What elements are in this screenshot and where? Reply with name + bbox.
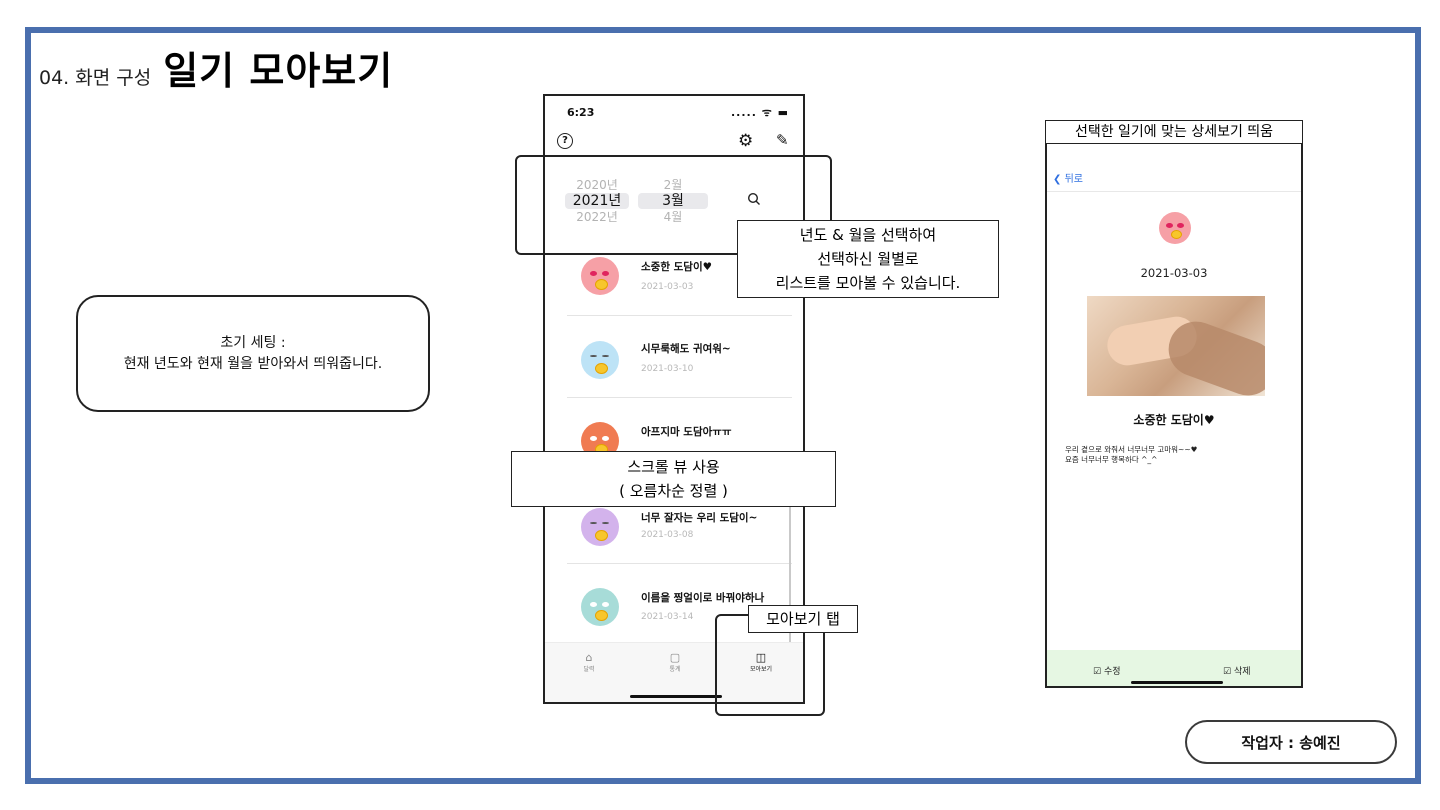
status-icons: ..... ᯤ ▬ (731, 106, 789, 119)
home-indicator (1131, 681, 1223, 684)
callout-year-month: 년도 & 월을 선택하여 선택하신 월별로 리스트를 모아볼 수 있습니다. (737, 220, 999, 298)
status-time: 6:23 (567, 106, 595, 119)
callout-tab-label: 모아보기 탭 (766, 610, 840, 628)
author-badge: 작업자 : 송예진 (1185, 720, 1397, 764)
delete-label: 삭제 (1233, 667, 1251, 677)
home-indicator (630, 695, 722, 698)
back-label: 뒤로 (1064, 174, 1083, 185)
list-item-title[interactable]: 아프지마 도담아ㅠㅠ (641, 424, 732, 439)
emoji-avatar (581, 341, 619, 379)
emoji-avatar (581, 257, 619, 295)
delete-button[interactable]: ☑ 삭제 (1223, 664, 1251, 677)
callout-ym-line3: 리스트를 모아볼 수 있습니다. (775, 274, 961, 292)
stats-icon: ▢ (669, 651, 681, 664)
gear-icon[interactable]: ⚙ (738, 131, 753, 151)
page-title: 04. 화면 구성 일기 모아보기 (39, 40, 393, 95)
list-item-date: 2021-03-03 (641, 282, 694, 292)
list-item-date: 2021-03-08 (641, 530, 694, 540)
list-item-date: 2021-03-10 (641, 364, 694, 374)
list-item-title[interactable]: 너무 잘자는 우리 도담이~ (641, 510, 757, 525)
divider (567, 563, 792, 564)
tab-calendar-label: 달력 (583, 666, 595, 673)
callout-scroll-line1: 스크롤 뷰 사용 (627, 458, 720, 476)
title-prefix: 04. 화면 구성 (39, 67, 152, 89)
callout-initial-line2: 현재 년도와 현재 월을 받아와서 띄워줍니다. (123, 355, 383, 372)
detail-body: 우리 곁으로 와줘서 너무너무 고마워~~♥ 요즘 너무너무 행복하다 ^_^ (1065, 445, 1197, 465)
list-item-title[interactable]: 이름을 찡얼이로 바꿔야하나 (641, 590, 764, 605)
diary-detail-screen: ❮ 뒤로 2021-03-03 소중한 도담이♥ 우리 곁으로 와줘서 너무너무… (1045, 122, 1303, 688)
list-item-date: 2021-03-14 (641, 612, 694, 622)
callout-initial-line1: 초기 세팅 : (220, 334, 286, 351)
callout-detail: 선택한 일기에 맞는 상세보기 띄움 (1045, 120, 1303, 144)
chevron-left-icon: ❮ (1053, 174, 1062, 185)
callout-ym-line1: 년도 & 월을 선택하여 (799, 226, 937, 244)
detail-date: 2021-03-03 (1140, 266, 1208, 280)
nav-divider (1047, 191, 1301, 192)
title-main: 일기 모아보기 (163, 49, 394, 93)
emoji-avatar (1159, 212, 1191, 244)
callout-ym-line2: 선택하신 월별로 (817, 250, 919, 268)
tab-stats-label: 통계 (669, 666, 681, 673)
detail-body-line2: 요즘 너무너무 행복하다 ^_^ (1065, 455, 1158, 464)
callout-tab: 모아보기 탭 (748, 605, 858, 633)
detail-title: 소중한 도담이♥ (1133, 413, 1215, 427)
tab-calendar[interactable]: ⌂ 달력 (569, 651, 609, 673)
callout-initial-setting: 초기 세팅 : 현재 년도와 현재 월을 받아와서 띄워줍니다. (76, 295, 430, 412)
checkbox-icon: ☑ (1093, 667, 1102, 677)
edit-label: 수정 (1103, 667, 1121, 677)
callout-detail-label: 선택한 일기에 맞는 상세보기 띄움 (1074, 124, 1274, 140)
edit-button[interactable]: ☑ 수정 (1093, 664, 1121, 677)
help-icon[interactable]: ? (557, 133, 573, 149)
back-button[interactable]: ❮ 뒤로 (1053, 170, 1083, 185)
diary-photo (1087, 296, 1265, 396)
divider (567, 315, 792, 316)
tab-stats[interactable]: ▢ 통계 (655, 651, 695, 673)
home-icon: ⌂ (585, 651, 593, 664)
emoji-avatar (581, 508, 619, 546)
list-item-title[interactable]: 소중한 도담이♥ (641, 259, 712, 274)
callout-scroll-view: 스크롤 뷰 사용 ( 오름차순 정렬 ) (511, 451, 836, 507)
compose-icon[interactable]: ✎ (776, 131, 789, 149)
detail-body-line1: 우리 곁으로 와줘서 너무너무 고마워~~♥ (1065, 445, 1198, 454)
callout-scroll-line2: ( 오름차순 정렬 ) (619, 482, 728, 500)
status-bar: 6:23 ..... ᯤ ▬ (545, 96, 803, 126)
checkbox-icon: ☑ (1223, 667, 1232, 677)
divider (567, 397, 792, 398)
list-item-title[interactable]: 시무룩해도 귀여워~ (641, 341, 731, 356)
emoji-avatar (581, 588, 619, 626)
